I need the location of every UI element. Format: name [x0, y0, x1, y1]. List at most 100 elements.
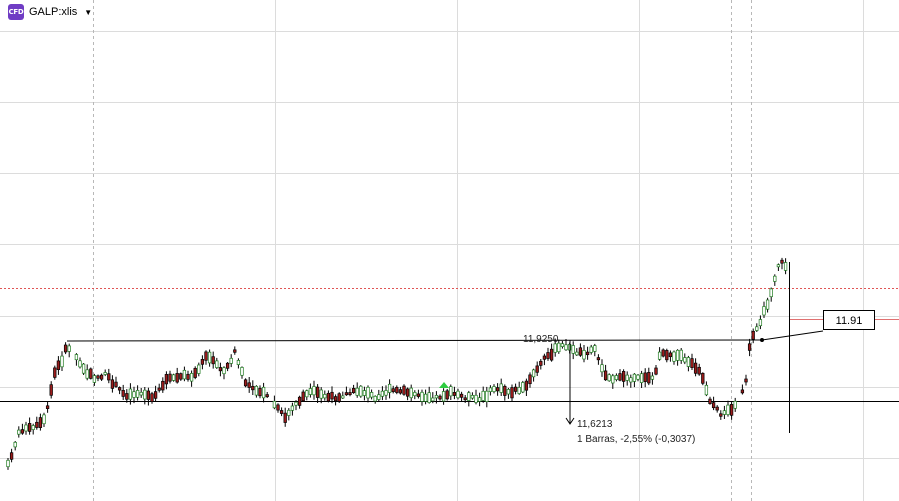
candle-down — [618, 373, 622, 381]
candle-up — [362, 390, 367, 396]
candle-down — [146, 390, 151, 400]
candle-up — [582, 350, 586, 360]
candle-down — [333, 396, 338, 402]
candle-up — [323, 394, 327, 399]
candle-down — [107, 373, 111, 381]
candle-up — [85, 369, 89, 379]
candle-up — [733, 400, 737, 409]
candle-up — [765, 299, 770, 310]
candle-down — [668, 352, 673, 358]
candle-up — [377, 394, 381, 400]
candle-down — [621, 371, 626, 382]
candle-down — [218, 367, 223, 372]
candle-up — [560, 343, 565, 347]
price-chart[interactable]: CFD GALP:xlis ▼ 11,9250 11,6213 1 Barras… — [0, 0, 899, 501]
candle-down — [654, 367, 658, 375]
candle-up — [477, 397, 482, 402]
chart-canvas[interactable] — [0, 0, 899, 501]
candle-up — [6, 459, 10, 468]
caret-down-icon[interactable]: ▼ — [84, 8, 92, 17]
candle-down — [114, 381, 118, 387]
candle-down — [279, 410, 284, 414]
candle-down — [452, 392, 457, 396]
candle-down — [175, 373, 179, 383]
candle-down — [56, 360, 61, 370]
candle-up — [17, 429, 21, 435]
candle-down — [38, 417, 43, 428]
candle-down — [391, 388, 395, 393]
candle-up — [132, 391, 136, 398]
candle-down — [204, 351, 208, 361]
candle-down — [513, 386, 518, 392]
candle-up — [607, 374, 611, 382]
candle-down — [315, 386, 320, 398]
candle-down — [186, 373, 190, 380]
candle-down — [719, 413, 723, 417]
candle-down — [301, 391, 305, 402]
candle-down — [416, 393, 421, 397]
vertical-grid — [275, 0, 864, 501]
candle-up — [387, 383, 392, 393]
candle-up — [74, 354, 79, 361]
candle-down — [398, 389, 403, 394]
candle-up — [384, 390, 388, 396]
candle-up — [319, 389, 323, 399]
candle-down — [117, 387, 122, 391]
candle-down — [45, 405, 50, 409]
candle-up — [312, 386, 316, 396]
candle-down — [283, 412, 287, 423]
candle-up — [423, 393, 428, 402]
candle-down — [96, 375, 100, 379]
instrument-selector[interactable]: CFD GALP:xlis ▼ — [8, 4, 92, 20]
candle-down — [578, 347, 583, 356]
candle-down — [258, 387, 262, 397]
candle-down — [395, 386, 399, 393]
candle-down — [233, 349, 237, 353]
candle-down — [193, 367, 197, 378]
price-tag-connector — [761, 330, 824, 341]
candle-down — [153, 391, 158, 399]
symbol-label[interactable]: GALP:xlis — [29, 6, 77, 18]
candle-up — [78, 360, 82, 368]
candle-up — [636, 374, 640, 380]
candle-down — [751, 330, 755, 340]
candle-down — [53, 367, 57, 378]
candle-up — [409, 387, 413, 399]
candle-up — [517, 387, 521, 394]
candle-up — [369, 392, 374, 398]
candle-down — [740, 389, 745, 394]
candle-down — [344, 392, 349, 396]
candle-down — [549, 348, 554, 361]
candle-up — [139, 391, 143, 396]
candle-up — [611, 375, 615, 384]
candle-up — [359, 385, 363, 397]
candle-up — [171, 374, 176, 381]
candle-down — [9, 452, 14, 460]
session-dividers — [93, 0, 752, 501]
candle-down — [251, 385, 255, 391]
candle-up — [593, 345, 597, 352]
candle-up — [60, 355, 64, 368]
candle-down — [495, 387, 500, 392]
candle-down — [459, 393, 464, 398]
candle-down — [701, 372, 705, 384]
candle-down — [503, 385, 507, 396]
candle-up — [31, 425, 35, 430]
candle-down — [542, 355, 547, 360]
candle-up — [776, 264, 781, 268]
price-tag[interactable]: 11.91 — [823, 310, 875, 330]
candle-up — [207, 351, 212, 364]
candle-up — [308, 388, 313, 395]
candle-down — [125, 393, 129, 400]
candle-up — [783, 262, 788, 271]
signal-triangle-icon[interactable] — [439, 382, 449, 388]
candle-up — [506, 389, 511, 395]
candle-up — [103, 372, 107, 375]
resistance-trendline[interactable] — [66, 339, 763, 342]
candle-down — [661, 349, 665, 357]
candle-up — [629, 377, 633, 383]
candle-up — [272, 400, 277, 409]
candle-up — [431, 397, 435, 402]
candle-up — [128, 388, 133, 400]
candle-down — [168, 373, 172, 382]
